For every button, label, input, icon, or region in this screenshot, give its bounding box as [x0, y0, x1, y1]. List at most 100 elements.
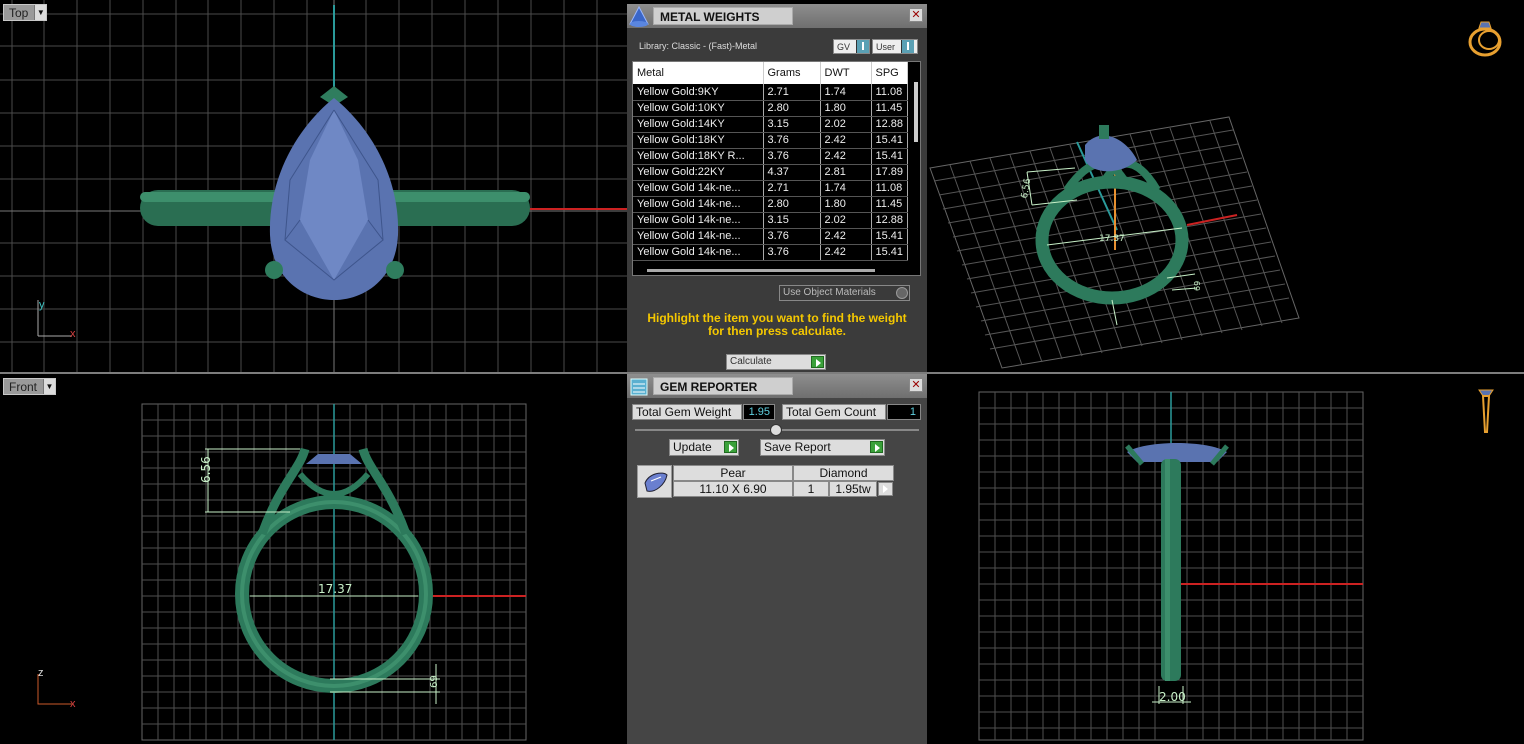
toggle-user[interactable]: User: [872, 39, 918, 54]
table-cell: 11.08: [871, 84, 908, 101]
table-row[interactable]: Yellow Gold 14k-ne... 3.15 2.02 12.88: [633, 212, 908, 229]
table-cell: 15.41: [871, 148, 908, 165]
table-cell: Yellow Gold 14k-ne...: [633, 212, 764, 229]
table-cell: 3.15: [763, 212, 821, 229]
gem-detail-button[interactable]: [878, 482, 893, 496]
close-icon[interactable]: ✕: [909, 378, 923, 392]
chevron-down-icon[interactable]: ▼: [34, 5, 47, 20]
gem-type: Diamond: [793, 465, 894, 481]
table-cell: 11.45: [871, 100, 908, 117]
table-cell: 2.42: [820, 148, 872, 165]
front-view-canvas: 6.56 17.37 69 z x: [37, 403, 527, 741]
metal-weights-titlebar[interactable]: METAL WEIGHTS ✕: [627, 4, 927, 28]
horizontal-scrollbar[interactable]: [647, 269, 875, 272]
table-cell: Yellow Gold 14k-ne...: [633, 244, 764, 261]
table-cell: 2.42: [820, 244, 872, 261]
table-cell: Yellow Gold 14k-ne...: [633, 228, 764, 245]
gem-size: 11.10 X 6.90: [673, 481, 793, 497]
cone-icon: [627, 4, 651, 28]
viewport-right[interactable]: 2.00: [927, 374, 1524, 744]
table-cell: 3.76: [763, 244, 821, 261]
table-cell: 2.42: [820, 228, 872, 245]
table-cell: 12.88: [871, 212, 908, 229]
metal-weights-title: METAL WEIGHTS: [653, 7, 793, 25]
toggle-switch-icon: [901, 40, 915, 53]
viewport-top[interactable]: y x Top ▼: [0, 0, 627, 372]
toggle-gv[interactable]: GV: [833, 39, 870, 54]
table-cell: 1.74: [820, 180, 872, 197]
viewport-label-front[interactable]: Front ▼: [3, 378, 57, 395]
viewport-front[interactable]: 6.56 17.37 69 z x Front ▼: [0, 374, 627, 744]
table-cell: Yellow Gold:14KY: [633, 116, 764, 133]
table-row[interactable]: Yellow Gold 14k-ne... 2.71 1.74 11.08: [633, 180, 908, 197]
table-row[interactable]: Yellow Gold:18KY 3.76 2.42 15.41: [633, 132, 908, 149]
perspective-view-canvas: 6.56 17.37 69: [929, 21, 1502, 369]
gem-count: 1: [793, 481, 829, 497]
update-button[interactable]: Update: [669, 439, 739, 456]
play-icon: [811, 356, 824, 368]
table-cell: 15.41: [871, 228, 908, 245]
table-row[interactable]: Yellow Gold:18KY R... 3.76 2.42 15.41: [633, 148, 908, 165]
table-cell: Yellow Gold:18KY R...: [633, 148, 764, 165]
table-cell: Yellow Gold:18KY: [633, 132, 764, 149]
table-cell: 15.41: [871, 132, 908, 149]
table-cell: 1.80: [820, 100, 872, 117]
table-cell: 2.71: [763, 84, 821, 101]
gem-reporter-title: GEM REPORTER: [653, 377, 793, 395]
table-row[interactable]: Yellow Gold:22KY 4.37 2.81 17.89: [633, 164, 908, 181]
table-cell: 11.08: [871, 180, 908, 197]
gem-list-row[interactable]: Pear 11.10 X 6.90 Diamond 1 1.95tw: [637, 465, 894, 499]
viewport-label-top[interactable]: Top ▼: [3, 4, 48, 21]
right-view-canvas: 2.00: [978, 389, 1494, 741]
persp-dim-height: 6.56: [1020, 178, 1033, 200]
slider-handle[interactable]: [770, 424, 782, 436]
front-dim-height: 6.56: [199, 456, 213, 483]
svg-text:y: y: [39, 299, 45, 311]
viewport-label-text: Front: [9, 379, 38, 394]
table-cell: Yellow Gold:9KY: [633, 84, 764, 101]
table-row[interactable]: Yellow Gold 14k-ne... 3.76 2.42 15.41: [633, 228, 908, 245]
table-cell: 17.89: [871, 164, 908, 181]
column-header[interactable]: Metal: [633, 62, 764, 84]
table-row[interactable]: Yellow Gold:10KY 2.80 1.80 11.45: [633, 100, 908, 117]
table-cell: 2.42: [820, 132, 872, 149]
table-cell: Yellow Gold:22KY: [633, 164, 764, 181]
chevron-down-icon[interactable]: ▼: [43, 379, 56, 394]
close-icon[interactable]: ✕: [909, 8, 923, 22]
column-header[interactable]: Grams: [763, 62, 821, 84]
gem-shape: Pear: [673, 465, 793, 481]
table-cell: 2.80: [763, 196, 821, 213]
table-cell: 2.02: [820, 212, 872, 229]
table-row[interactable]: Yellow Gold 14k-ne... 2.80 1.80 11.45: [633, 196, 908, 213]
table-row[interactable]: Yellow Gold 14k-ne... 3.76 2.42 15.41: [633, 244, 908, 261]
save-report-button[interactable]: Save Report: [760, 439, 885, 456]
table-cell: 1.74: [820, 84, 872, 101]
persp-dim-band: 69: [1193, 281, 1202, 291]
gem-reporter-panel: GEM REPORTER ✕ Total Gem Weight 1.95 Tot…: [627, 374, 927, 744]
table-row[interactable]: Yellow Gold:9KY 2.71 1.74 11.08: [633, 84, 908, 101]
table-cell: 2.02: [820, 116, 872, 133]
total-gem-count-label: Total Gem Count: [782, 404, 886, 420]
vertical-scrollbar[interactable]: [914, 82, 918, 142]
viewport-label-text: Top: [9, 5, 29, 20]
metal-table-header: Metal Grams DWT SPG: [633, 62, 908, 84]
column-header[interactable]: DWT: [820, 62, 872, 84]
table-cell: 2.71: [763, 180, 821, 197]
use-object-materials-checkbox[interactable]: Use Object Materials: [779, 285, 910, 301]
ring-icon: [1468, 21, 1502, 57]
table-cell: 3.76: [763, 228, 821, 245]
play-icon: [870, 441, 883, 453]
persp-dim-width: 17.37: [1099, 234, 1125, 244]
table-row[interactable]: Yellow Gold:14KY 3.15 2.02 12.88: [633, 116, 908, 133]
table-cell: 4.37: [763, 164, 821, 181]
metal-table[interactable]: Metal Grams DWT SPG Yellow Gold:9KY 2.71 1…: [632, 61, 921, 276]
checkbox-icon[interactable]: [896, 287, 908, 299]
svg-text:z: z: [38, 667, 44, 679]
viewport-perspective[interactable]: 6.56 17.37 69: [927, 0, 1524, 372]
table-cell: 15.41: [871, 244, 908, 261]
calculate-button[interactable]: Calculate: [726, 354, 826, 370]
total-gem-weight-value: 1.95: [743, 404, 775, 420]
table-cell: 3.76: [763, 132, 821, 149]
gem-reporter-titlebar[interactable]: GEM REPORTER ✕: [627, 374, 927, 398]
column-header[interactable]: SPG: [871, 62, 908, 84]
